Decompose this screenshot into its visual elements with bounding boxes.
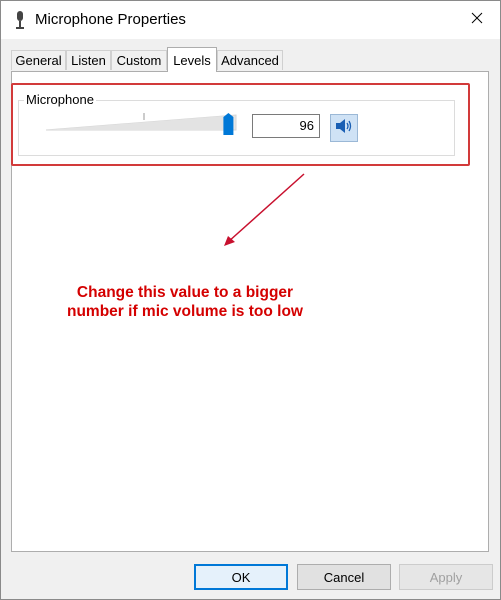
annotation-arrow xyxy=(224,173,305,246)
ok-button[interactable]: OK xyxy=(194,564,288,590)
window-title: Microphone Properties xyxy=(35,11,186,28)
close-icon xyxy=(471,11,483,29)
cancel-button[interactable]: Cancel xyxy=(297,564,391,590)
close-button[interactable] xyxy=(454,1,500,39)
tab-custom[interactable]: Custom xyxy=(111,50,167,70)
tab-listen[interactable]: Listen xyxy=(66,50,111,70)
annotation-line-2: number if mic volume is too low xyxy=(67,303,303,320)
annotation-line-1: Change this value to a bigger xyxy=(76,284,294,301)
tab-advanced[interactable]: Advanced xyxy=(217,50,283,70)
tab-levels[interactable]: Levels xyxy=(167,47,217,72)
title-bar: Microphone Properties xyxy=(1,1,500,39)
annotation-text: Change this value to a bigger number if … xyxy=(50,283,320,321)
microphone-icon xyxy=(13,10,27,30)
tab-general[interactable]: General xyxy=(11,50,66,70)
apply-button[interactable]: Apply xyxy=(399,564,493,590)
annotation-highlight-box xyxy=(11,83,470,166)
